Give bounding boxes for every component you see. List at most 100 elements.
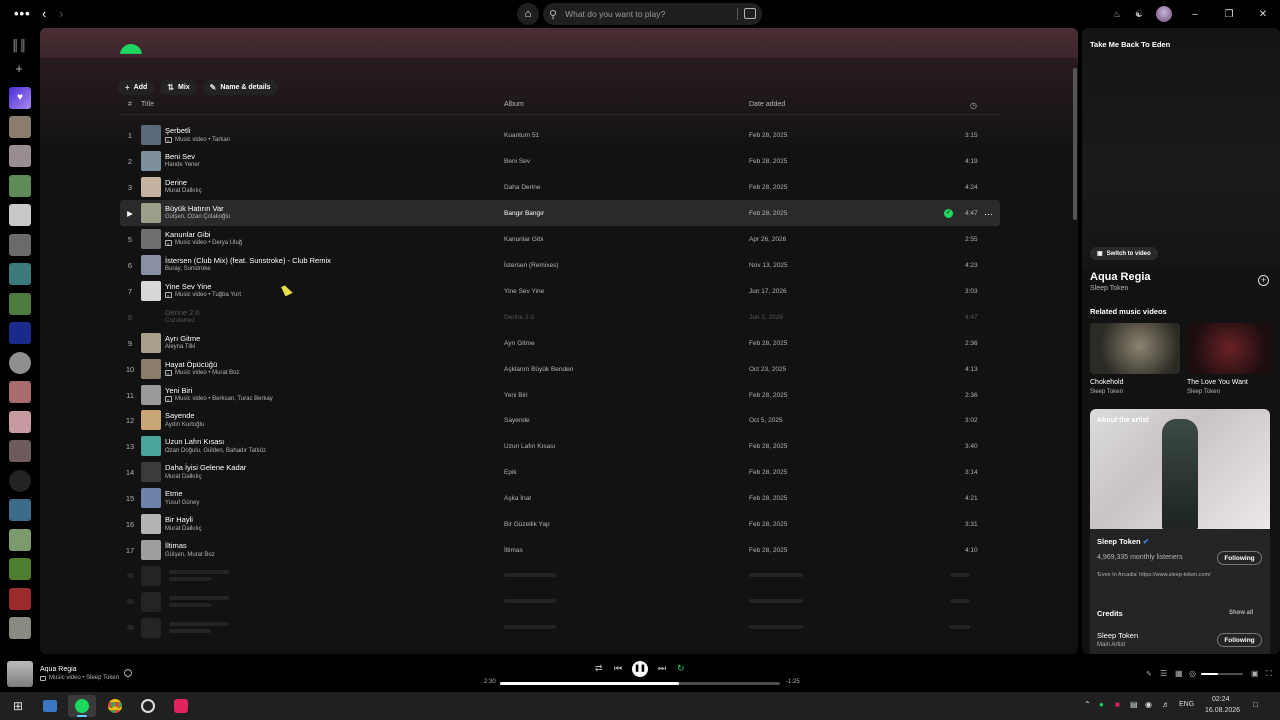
track-artists[interactable]: Murat Dalkılıç [165, 526, 202, 532]
track-row[interactable]: 7 Yine Sev Yine ▸ Music video • Tuğba Yurt Y… [120, 278, 1000, 304]
library-item[interactable] [9, 322, 31, 344]
track-album[interactable]: Daha Derine [504, 184, 541, 191]
track-album[interactable]: Aşklarım Büyük Benden [504, 366, 573, 373]
track-artists[interactable]: ▸ Music video • Tarkan [165, 136, 230, 143]
track-artists[interactable]: Buray, Sunstroke [165, 266, 211, 272]
track-album[interactable]: Ayrı Gitme [504, 340, 535, 347]
track-row[interactable]: 15 Etme Yusuf Güney Aşka İnat Feb 28, 2025 4:… [120, 485, 1000, 511]
repeat-icon[interactable]: ↻ [677, 663, 685, 674]
track-artists[interactable]: ▸ Music video • Tuğba Yurt [165, 292, 241, 299]
scrollbar[interactable] [1073, 68, 1077, 220]
bell-icon[interactable]: ♨ [1106, 9, 1128, 20]
spotify-taskbar-icon[interactable] [68, 695, 96, 717]
library-item[interactable] [9, 529, 31, 551]
track-artists[interactable]: Aleyna Tilki [165, 344, 195, 350]
library-item[interactable] [9, 175, 31, 197]
track-row[interactable]: 9 Ayrı Gitme Aleyna Tilki Ayrı Gitme Feb 28,… [120, 330, 1000, 356]
column-header-date[interactable]: Date added [749, 101, 785, 108]
following-button[interactable]: Following [1217, 551, 1262, 565]
name-details-button[interactable]: ✎ Name & details [202, 80, 278, 95]
track-artists[interactable]: ▸ Music video • Berksan, Turac Berkay [165, 396, 273, 402]
related-video-thumb[interactable] [1187, 323, 1272, 374]
track-row[interactable]: ▶ Büyük Hatırın Var Gülşen, Ozan Çolakoğlu… [120, 199, 1000, 226]
track-row[interactable]: 14 Daha İyisi Gelene Kadar Murat Dalkılıç E… [120, 459, 1000, 485]
track-title[interactable]: Şerbetli [165, 126, 190, 135]
track-artists[interactable]: ▸ Music video • Derya Uluğ [165, 240, 242, 247]
track-title[interactable]: Daha İyisi Gelene Kadar [165, 463, 246, 472]
minimize-icon[interactable]: – [1178, 9, 1212, 20]
tray-app-icon[interactable]: ■ [1115, 700, 1120, 709]
network-icon[interactable]: ▤ [1130, 700, 1138, 709]
forward-arrow-icon[interactable]: › [59, 6, 63, 21]
track-row[interactable]: 5 Kanunlar Gibi ▸ Music video • Derya Uluğ K… [120, 226, 1000, 252]
mini-player-icon[interactable]: ▣ [1251, 669, 1259, 678]
track-album[interactable]: Bangır Bangır [504, 210, 544, 217]
track-row[interactable]: 11 Yeni Biri ▸ Music video • Berksan, Turac… [120, 382, 1000, 408]
track-title[interactable]: Beni Sev [165, 152, 195, 161]
friends-icon[interactable]: ☯ [1128, 9, 1150, 20]
search-input[interactable]: What do you want to play? [565, 9, 665, 19]
previous-icon[interactable]: ⏮ [614, 663, 622, 674]
track-album[interactable]: Epik [504, 469, 517, 476]
app-taskbar-icon[interactable] [167, 695, 195, 717]
track-title[interactable]: Büyük Hatırın Var [165, 204, 224, 213]
queue-icon[interactable]: ▦ [1175, 669, 1183, 678]
track-title[interactable]: Yeni Biri [165, 386, 192, 395]
related-title[interactable]: Chokehold [1090, 379, 1123, 386]
track-row[interactable]: 10 Hayat Öpücüğü ▸ Music video • Murat Boz A… [120, 356, 1000, 382]
track-artists[interactable]: Murat Dalkılıç [165, 188, 202, 194]
track-artists[interactable]: Hande Yener [165, 162, 200, 168]
track-artists[interactable]: Murat Dalkılıç [165, 474, 202, 480]
track-artists[interactable]: Ozan Doğulu, Gülden, Bahadır Tatlıöz [165, 448, 266, 454]
back-arrow-icon[interactable]: ‹ [42, 6, 46, 21]
liked-songs-icon[interactable]: ♥ [9, 87, 31, 109]
mix-button[interactable]: ⇅ Mix [160, 80, 197, 95]
library-item[interactable] [9, 116, 31, 138]
add-to-library-icon[interactable] [124, 669, 132, 677]
library-item[interactable] [9, 204, 31, 226]
library-item[interactable] [9, 558, 31, 580]
chrome-taskbar-icon[interactable] [101, 695, 129, 717]
library-item[interactable] [9, 293, 31, 315]
language-indicator[interactable]: ENG [1179, 701, 1194, 708]
clock-time[interactable]: 02:24 [1212, 696, 1230, 703]
notification-icon[interactable]: □ [1253, 700, 1258, 709]
chevron-up-icon[interactable]: ⌃ [1084, 700, 1091, 709]
track-artists[interactable]: Aydın Kurtoğlu [165, 422, 204, 428]
track-row[interactable]: 13 Uzun Lafın Kısası Ozan Doğulu, Gülden, … [120, 433, 1000, 459]
related-video-thumb[interactable] [1090, 323, 1180, 374]
related-title[interactable]: The Love You Want [1187, 379, 1248, 386]
track-title[interactable]: Ayrı Gitme [165, 334, 200, 343]
create-plus-icon[interactable]: + [11, 61, 27, 76]
track-album[interactable]: Beni Sev [504, 158, 530, 165]
track-title[interactable]: İstersen (Club Mix) (feat. Sunstroke) - … [165, 256, 331, 265]
track-album[interactable]: Aşka İnat [504, 495, 531, 502]
library-item[interactable] [9, 381, 31, 403]
library-item[interactable] [9, 499, 31, 521]
steam-icon[interactable]: ◉ [1145, 700, 1152, 709]
track-album[interactable]: İstersen (Remixes) [504, 262, 559, 269]
more-options-icon[interactable]: … [984, 207, 993, 217]
library-item[interactable] [9, 470, 31, 492]
avatar[interactable] [1156, 6, 1172, 22]
library-item[interactable] [9, 352, 31, 374]
track-artists[interactable]: Gülşen, Murat Boz [165, 552, 215, 558]
library-item[interactable] [9, 411, 31, 433]
lyrics-icon[interactable]: ☰ [1160, 669, 1167, 678]
track-title[interactable]: Derine [165, 178, 187, 187]
explorer-taskbar-icon[interactable] [36, 695, 64, 717]
close-icon[interactable]: ✕ [1246, 9, 1280, 20]
switch-to-video-button[interactable]: ▣ Switch to video [1090, 247, 1158, 260]
column-header-album[interactable]: Album [504, 101, 524, 108]
pause-button[interactable]: ❚❚ [632, 661, 648, 677]
column-header-title[interactable]: Title [141, 101, 154, 108]
progress-bar[interactable] [500, 681, 780, 685]
track-artists[interactable]: ▸ Music video • Murat Boz [165, 370, 239, 377]
library-item[interactable] [9, 617, 31, 639]
track-row[interactable]: 12 Sayende Aydın Kurtoğlu Sayende Oct 5, 202… [120, 407, 1000, 433]
track-title[interactable]: Uzun Lafın Kısası [165, 437, 224, 446]
search-bar[interactable]: ⚲ What do you want to play? [543, 3, 762, 25]
track-album[interactable]: Sayende [504, 417, 530, 424]
track-artists[interactable]: Cozulemez [165, 318, 195, 324]
credit-following-button[interactable]: Following [1217, 633, 1262, 647]
